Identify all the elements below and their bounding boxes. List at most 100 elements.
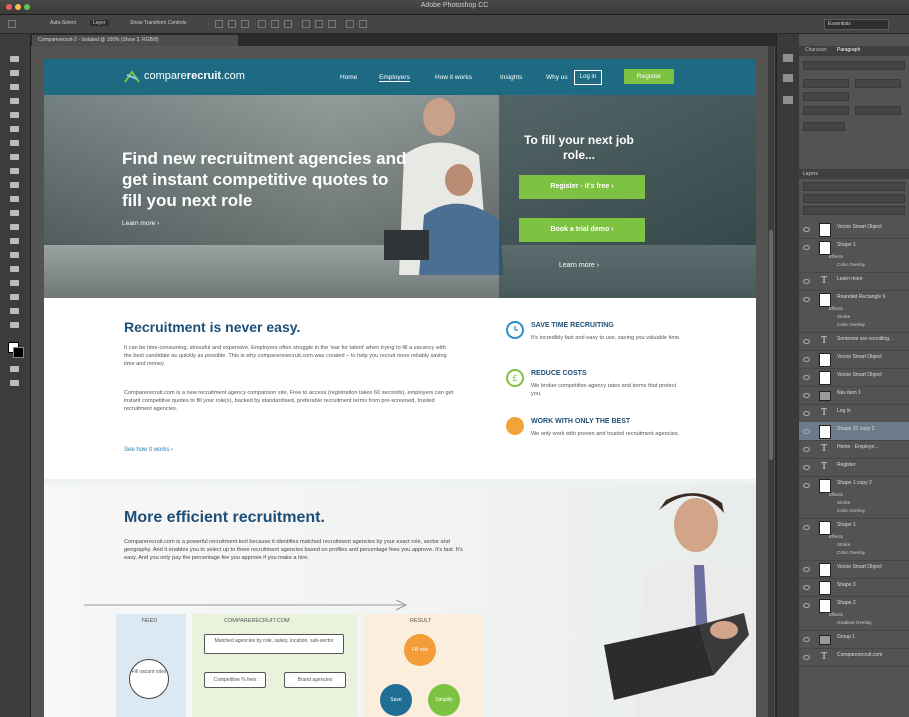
- pen-tool-icon[interactable]: [10, 252, 19, 258]
- login-button[interactable]: Log in: [574, 70, 602, 85]
- align-center-icon[interactable]: [271, 20, 279, 28]
- site-logo[interactable]: comparerecruit.com: [144, 70, 245, 82]
- layer-row[interactable]: Shape 31 copy 2: [799, 422, 909, 441]
- show-transform-checkbox[interactable]: Show Transform Controls: [130, 20, 186, 26]
- layer-row[interactable]: T Someone are recruiting...: [799, 332, 909, 351]
- paragraph-align-row[interactable]: [803, 61, 905, 70]
- visibility-eye-icon[interactable]: [803, 465, 810, 470]
- hero-learn-more-link[interactable]: Learn more ›: [122, 220, 159, 227]
- book-demo-button[interactable]: Book a trial demo ›: [519, 218, 645, 242]
- properties-panel-icon[interactable]: [783, 74, 793, 82]
- auto-select-checkbox[interactable]: Auto-Select: [50, 20, 76, 26]
- history-brush-tool-icon[interactable]: [10, 182, 19, 188]
- eraser-tool-icon[interactable]: [10, 196, 19, 202]
- visibility-eye-icon[interactable]: [803, 483, 810, 488]
- background-color-swatch[interactable]: [13, 347, 24, 358]
- gradient-tool-icon[interactable]: [10, 210, 19, 216]
- move-tool-icon[interactable]: [10, 56, 19, 62]
- history-panel-icon[interactable]: [783, 54, 793, 62]
- clone-stamp-tool-icon[interactable]: [10, 168, 19, 174]
- type-tool-icon[interactable]: [10, 266, 19, 272]
- visibility-eye-icon[interactable]: [803, 375, 810, 380]
- space-after-field[interactable]: [855, 106, 901, 115]
- nav-home[interactable]: Home: [340, 74, 357, 81]
- document-canvas[interactable]: comparerecruit.com Home Employers How it…: [44, 59, 756, 717]
- rectangle-tool-icon[interactable]: [10, 294, 19, 300]
- layer-row[interactable]: Vector Smart Object: [799, 220, 909, 239]
- eyedropper-tool-icon[interactable]: [10, 126, 19, 132]
- layers-panel-header[interactable]: Layers: [799, 169, 909, 179]
- layer-row[interactable]: Vector Smart Object: [799, 560, 909, 579]
- visibility-eye-icon[interactable]: [803, 297, 810, 302]
- nav-why-us[interactable]: Why us: [546, 74, 568, 81]
- nav-insights[interactable]: Insights: [500, 74, 522, 81]
- visibility-eye-icon[interactable]: [803, 603, 810, 608]
- workspace-select[interactable]: Essentials: [824, 19, 889, 30]
- hand-tool-icon[interactable]: [10, 308, 19, 314]
- screen-mode-icon[interactable]: [10, 380, 19, 386]
- visibility-eye-icon[interactable]: [803, 245, 810, 250]
- visibility-eye-icon[interactable]: [803, 227, 810, 232]
- blur-tool-icon[interactable]: [10, 224, 19, 230]
- hyphenate-checkbox[interactable]: [803, 122, 845, 131]
- info-panel-icon[interactable]: [783, 96, 793, 104]
- path-select-tool-icon[interactable]: [10, 280, 19, 286]
- space-before-field[interactable]: [803, 106, 849, 115]
- layer-row[interactable]: Rounded Rectangle 6 Effects Stroke Color Ov…: [799, 290, 909, 333]
- tab-character[interactable]: Character: [805, 47, 827, 53]
- indent-right-field[interactable]: [855, 79, 901, 88]
- distribute-right-icon[interactable]: [359, 20, 367, 28]
- visibility-eye-icon[interactable]: [803, 429, 810, 434]
- layer-row[interactable]: T Register: [799, 458, 909, 477]
- marquee-tool-icon[interactable]: [10, 70, 19, 76]
- healing-brush-tool-icon[interactable]: [10, 140, 19, 146]
- lasso-tool-icon[interactable]: [10, 84, 19, 90]
- blend-mode-opacity-row[interactable]: [803, 194, 905, 203]
- panel-learn-more-link[interactable]: Learn more ›: [559, 262, 599, 269]
- layer-row[interactable]: T Comparerecruit.com: [799, 648, 909, 667]
- align-middle-icon[interactable]: [228, 20, 236, 28]
- layer-row[interactable]: Shape 1 Effects Stroke Color Overlay: [799, 518, 909, 561]
- distribute-left-icon[interactable]: [346, 20, 354, 28]
- nav-employers[interactable]: Employers: [379, 74, 410, 82]
- visibility-eye-icon[interactable]: [803, 655, 810, 660]
- zoom-tool-icon[interactable]: [10, 322, 19, 328]
- see-how-it-works-link[interactable]: See how it works ›: [124, 447, 173, 453]
- crop-tool-icon[interactable]: [10, 112, 19, 118]
- visibility-eye-icon[interactable]: [803, 339, 810, 344]
- layer-row[interactable]: T Learn more: [799, 272, 909, 291]
- move-tool-icon[interactable]: [8, 20, 16, 28]
- layer-row[interactable]: T Home · Employe...: [799, 440, 909, 459]
- layer-row[interactable]: Vector Smart Object: [799, 350, 909, 369]
- visibility-eye-icon[interactable]: [803, 585, 810, 590]
- canvas-scroll-thumb[interactable]: [769, 230, 773, 460]
- quick-select-tool-icon[interactable]: [10, 98, 19, 104]
- visibility-eye-icon[interactable]: [803, 279, 810, 284]
- visibility-eye-icon[interactable]: [803, 357, 810, 362]
- distribute-middle-icon[interactable]: [315, 20, 323, 28]
- visibility-eye-icon[interactable]: [803, 567, 810, 572]
- first-line-indent-field[interactable]: [803, 92, 849, 101]
- visibility-eye-icon[interactable]: [803, 411, 810, 416]
- align-top-icon[interactable]: [215, 20, 223, 28]
- quick-mask-icon[interactable]: [10, 366, 19, 372]
- lock-fill-row[interactable]: [803, 206, 905, 215]
- register-free-button[interactable]: Register - it's free ›: [519, 175, 645, 199]
- align-right-icon[interactable]: [284, 20, 292, 28]
- nav-how-it-works[interactable]: How it works: [435, 74, 472, 81]
- align-bottom-icon[interactable]: [241, 20, 249, 28]
- layer-row[interactable]: Shape 1 Effects Color Overlay: [799, 238, 909, 273]
- visibility-eye-icon[interactable]: [803, 525, 810, 530]
- register-button[interactable]: Register: [624, 69, 674, 84]
- indent-left-field[interactable]: [803, 79, 849, 88]
- layer-row[interactable]: Shape 2 Effects Gradient Overlay: [799, 596, 909, 631]
- dodge-tool-icon[interactable]: [10, 238, 19, 244]
- distribute-top-icon[interactable]: [302, 20, 310, 28]
- layer-filter-row[interactable]: [803, 182, 905, 191]
- layer-row[interactable]: Shape 1 copy 2 Effects Stroke Color Overlay: [799, 476, 909, 519]
- layer-row[interactable]: Vector Smart Object: [799, 368, 909, 387]
- visibility-eye-icon[interactable]: [803, 393, 810, 398]
- layer-row[interactable]: Shape 3: [799, 578, 909, 597]
- layer-row[interactable]: T Log in: [799, 404, 909, 423]
- brush-tool-icon[interactable]: [10, 154, 19, 160]
